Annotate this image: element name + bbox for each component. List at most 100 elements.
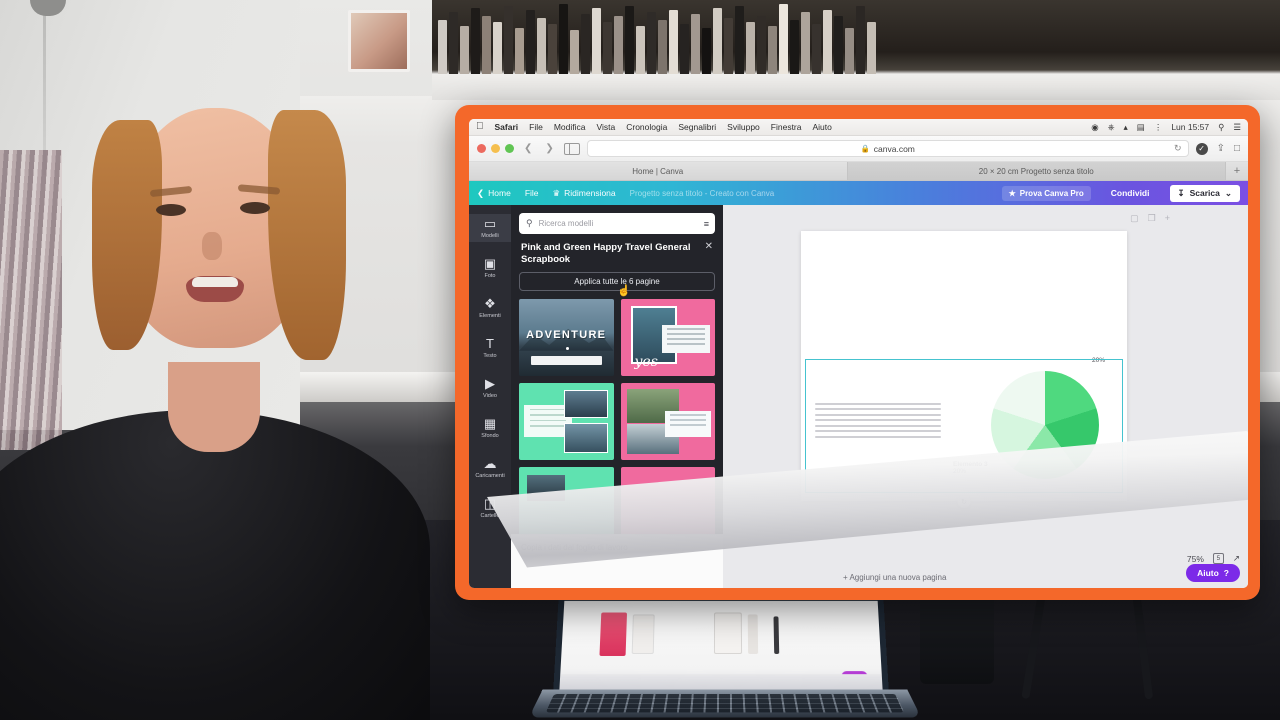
close-button[interactable] — [477, 144, 486, 153]
expand-icon[interactable]: ↗ — [1233, 553, 1240, 564]
control-center-icon[interactable]: ⎈ — [1108, 122, 1115, 133]
share-icon[interactable]: ⇪ — [1217, 143, 1225, 154]
tab-progetto[interactable]: 20 × 20 cm Progetto senza titolo — [847, 162, 1226, 180]
book — [669, 10, 678, 74]
chevron-left-icon[interactable]: ❮ — [521, 143, 535, 154]
reload-icon[interactable]: ↻ — [1174, 143, 1182, 154]
book — [548, 24, 557, 74]
book — [680, 24, 689, 74]
apple-icon[interactable]:  — [476, 122, 484, 132]
book — [768, 26, 777, 74]
menu-segnalibri[interactable]: Segnalibri — [678, 122, 716, 132]
bookshelf-top — [432, 0, 1280, 100]
book — [471, 8, 480, 74]
book — [570, 30, 579, 74]
rail-label: Caricamenti — [475, 473, 505, 479]
sidebar-item-modelli[interactable]: ▭ Modelli — [469, 214, 511, 242]
apply-all-pages-button[interactable]: Applica tutte le 6 pagine ☝ — [519, 271, 715, 297]
shield-icon[interactable]: ✓ — [1195, 142, 1208, 155]
laptop-screen — [553, 595, 889, 693]
template-thumb-5[interactable] — [519, 466, 614, 544]
chevron-right-icon[interactable]: ❯ — [542, 143, 556, 154]
menu-cronologia[interactable]: Cronologia — [626, 122, 667, 132]
nose — [202, 232, 222, 260]
zoom-level[interactable]: 75% — [1187, 554, 1204, 564]
template-thumb-4[interactable] — [620, 382, 715, 460]
selection-box[interactable]: ↻ — [805, 359, 1123, 508]
add-new-page-button[interactable]: + Aggiungi una nuova pagina — [843, 573, 946, 582]
minimize-button[interactable] — [491, 144, 500, 153]
books-row — [432, 0, 1280, 74]
macos-menu-bar:  Safari File Modifica Vista Cronologia … — [469, 119, 1248, 136]
canva-workspace: ▭ Modelli ▣ Foto ❖ Elementi T Testo ▶ Vi… — [469, 205, 1248, 588]
try-canva-pro-button[interactable]: ★ Prova Canva Pro — [1001, 185, 1091, 201]
notes-icon[interactable]: ▢ — [1130, 213, 1139, 224]
wifi-icon[interactable]: ▴ — [1124, 122, 1128, 133]
help-button[interactable]: Aiuto ? — [1186, 564, 1240, 582]
sidebar-item-caricamenti[interactable]: ☁ Caricamenti — [469, 454, 511, 482]
rotate-icon[interactable]: ↻ — [957, 495, 971, 508]
book — [790, 20, 799, 74]
url-text: canva.com — [873, 143, 915, 154]
sidebar-icon[interactable] — [563, 142, 580, 155]
filter-icon[interactable]: ≡ — [704, 219, 709, 229]
thumb-adventure-text: ADVENTURE — [526, 328, 607, 341]
menu-file[interactable]: File — [529, 122, 543, 132]
laptop-keyboard — [528, 689, 922, 718]
tab-home-canva[interactable]: Home | Canva — [469, 162, 848, 180]
search-input[interactable]: ⚲ Ricerca modelli ≡ — [519, 213, 715, 234]
template-thumbnails: ADVENTURE yes — [519, 298, 715, 544]
close-icon[interactable]: ✕ — [705, 242, 713, 252]
background-icon: ▦ — [483, 416, 497, 431]
menu-vista[interactable]: Vista — [596, 122, 615, 132]
battery-icon[interactable]: ▤ — [1137, 122, 1145, 133]
menu-sviluppo[interactable]: Sviluppo — [727, 122, 760, 132]
home-button[interactable]: ❮ Home — [477, 188, 511, 199]
list-icon[interactable]: ☰ — [1233, 122, 1241, 133]
page-count: 5 — [1216, 555, 1221, 562]
search-icon[interactable]: ⚲ — [1218, 122, 1224, 133]
elements-icon: ❖ — [484, 296, 496, 311]
sidebar-item-video[interactable]: ▶ Video — [469, 374, 511, 402]
menu-finestra[interactable]: Finestra — [771, 122, 802, 132]
template-thumb-6[interactable] — [620, 466, 715, 544]
search-icon: ⚲ — [526, 218, 533, 228]
window-controls — [477, 144, 514, 153]
address-bar[interactable]: 🔒 canva.com ↻ — [586, 140, 1189, 157]
resize-button[interactable]: ♛ Ridimensiona — [553, 188, 616, 199]
duplicate-icon[interactable]: ❐ — [1148, 213, 1156, 224]
template-thumb-1[interactable]: ADVENTURE — [519, 298, 614, 376]
page-icon[interactable]: 5 — [1212, 553, 1224, 564]
safari-window:  Safari File Modifica Vista Cronologia … — [469, 119, 1248, 588]
sidebar-item-elementi[interactable]: ❖ Elementi — [469, 294, 511, 322]
maximize-button[interactable] — [505, 144, 514, 153]
rail-label: Modelli — [481, 233, 499, 239]
new-tab-icon[interactable]: □ — [1234, 143, 1240, 154]
menu-modifica[interactable]: Modifica — [554, 122, 586, 132]
template-thumb-3[interactable] — [519, 382, 614, 460]
sidebar-item-sfondo[interactable]: ▦ Sfondo — [469, 414, 511, 442]
menu-aiuto[interactable]: Aiuto — [813, 122, 832, 132]
design-page[interactable]: 20% Elemento 3 20% ↻ — [801, 231, 1127, 508]
sidebar-item-testo[interactable]: T Testo — [469, 334, 511, 362]
crown-icon: ♛ — [552, 187, 561, 198]
download-button[interactable]: ↧ Scarica ⌄ — [1169, 184, 1240, 202]
rail-label: Elementi — [479, 313, 501, 319]
add-icon[interactable]: + — [1165, 213, 1170, 224]
menu-safari[interactable]: Safari — [495, 122, 519, 132]
book — [823, 10, 832, 74]
toolbar-right: ✓ ⇪ □ — [1195, 142, 1240, 155]
rail-label: Sfondo — [481, 433, 499, 439]
menu-clock[interactable]: Lun 15:57 — [1171, 122, 1209, 132]
sidebar-item-cartelle[interactable]: ◫ Cartelle — [469, 494, 511, 522]
book — [713, 8, 722, 74]
sidebar-item-foto[interactable]: ▣ Foto — [469, 254, 511, 282]
screen-record-icon[interactable]: ◉ — [1091, 122, 1098, 133]
template-thumb-2[interactable]: yes — [620, 298, 715, 376]
neck — [168, 362, 260, 452]
file-menu[interactable]: File — [525, 188, 539, 198]
share-button[interactable]: Condividi — [1105, 185, 1156, 201]
document-title[interactable]: Progetto senza titolo - Creato con Canva — [630, 189, 988, 198]
new-tab-button[interactable]: + — [1226, 162, 1248, 180]
bluetooth-icon[interactable]: ⋮ — [1154, 122, 1163, 133]
